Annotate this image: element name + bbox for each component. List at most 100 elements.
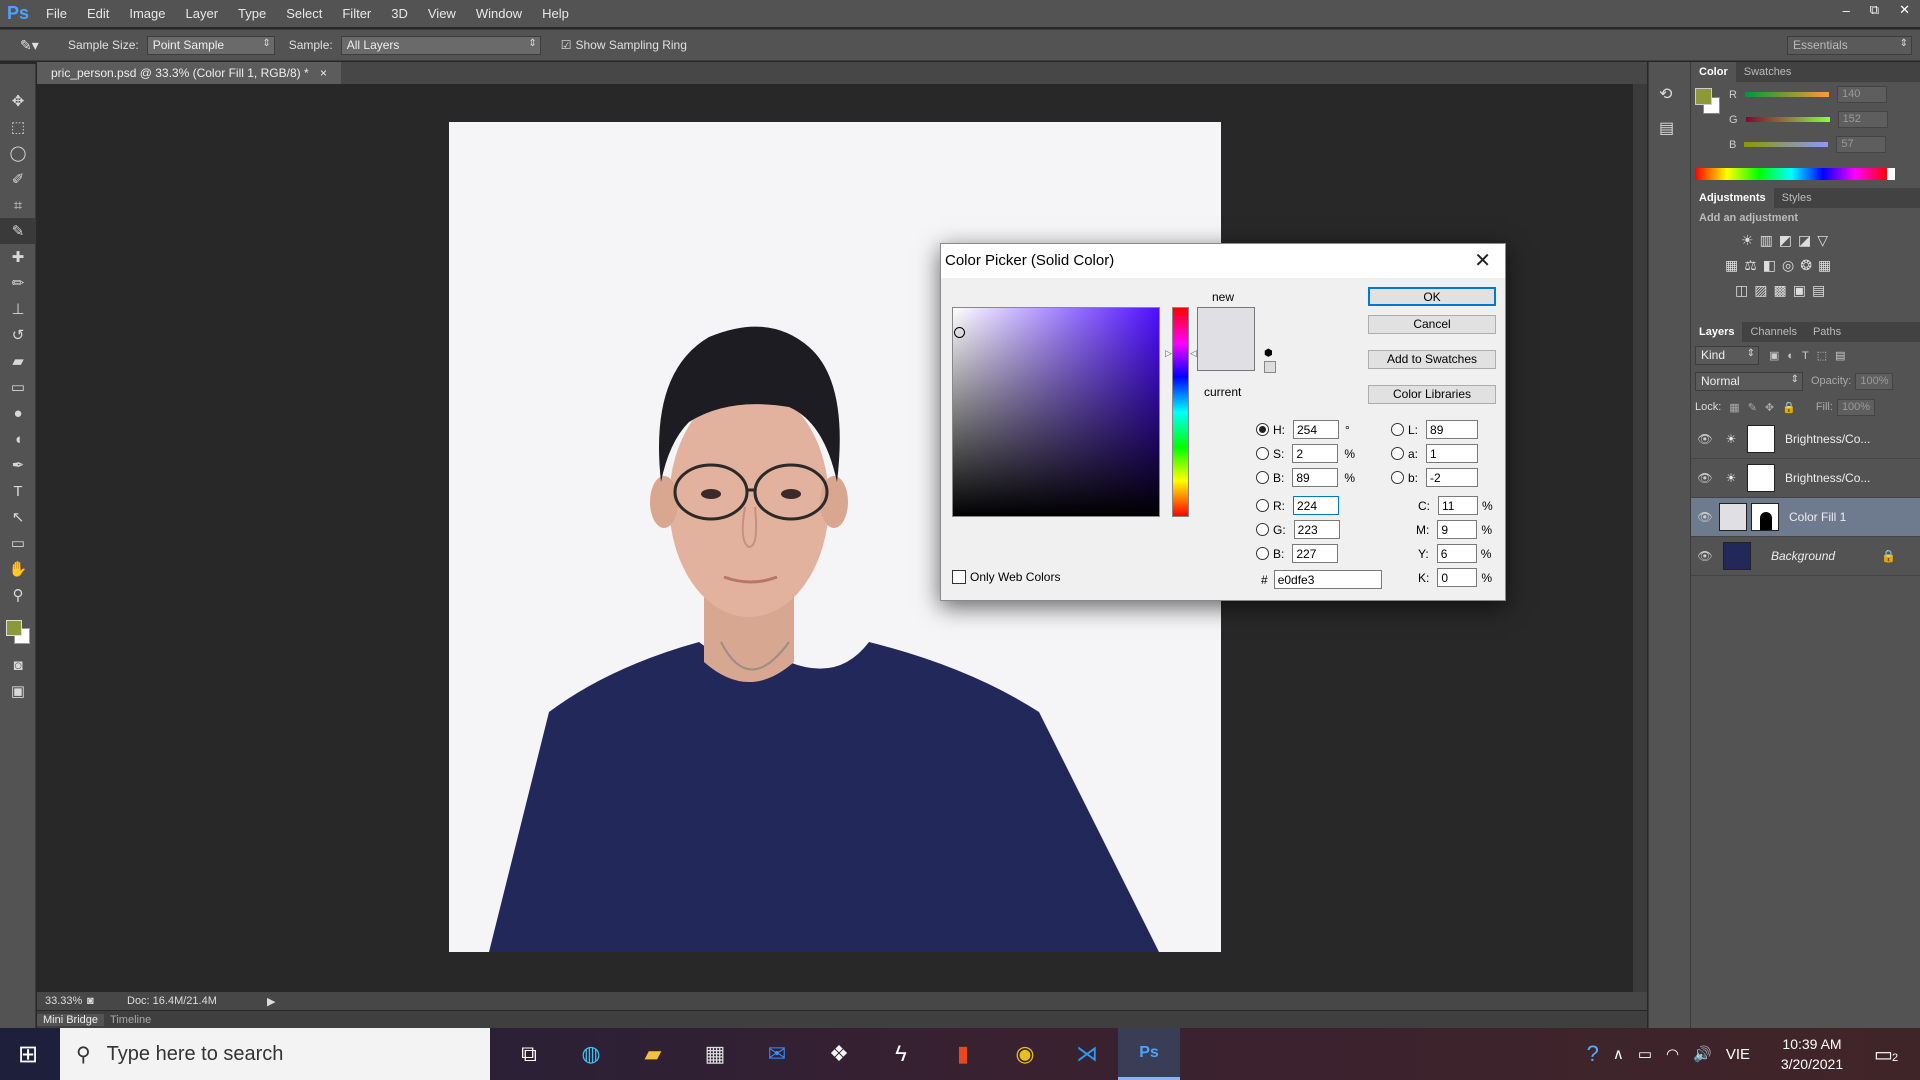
lasso-tool-icon[interactable]: ◯ — [0, 140, 36, 166]
restore-button[interactable]: ⧉ — [1870, 2, 1879, 18]
menu-file[interactable]: File — [36, 6, 77, 21]
gradient-tool-icon[interactable]: ▭ — [0, 374, 36, 400]
clock[interactable]: 10:39 AM 3/20/2021 — [1764, 1034, 1860, 1074]
levels-icon[interactable]: ▥ — [1760, 232, 1773, 249]
layer-name[interactable]: Brightness/Co... — [1785, 432, 1870, 446]
brightness-contrast-icon[interactable]: ☀ — [1741, 232, 1754, 249]
filter-icons[interactable]: ▣◐T⬚▤ — [1769, 349, 1854, 362]
screen-mode-icon[interactable]: ▣ — [0, 678, 36, 704]
zoom-level[interactable]: 33.33% — [45, 995, 87, 1007]
a-input[interactable]: 1 — [1426, 444, 1479, 463]
red-slider[interactable] — [1744, 92, 1829, 97]
brush-tool-icon[interactable]: ✏ — [0, 270, 36, 296]
g-input[interactable]: 223 — [1293, 520, 1340, 539]
cancel-button[interactable]: Cancel — [1368, 315, 1496, 334]
m-input[interactable]: 9 — [1437, 520, 1478, 539]
lock-icons[interactable]: ▦✎✥🔒 — [1729, 401, 1804, 414]
layer-name[interactable]: Background — [1771, 549, 1881, 563]
fill-value[interactable]: 100% — [1836, 398, 1875, 416]
tab-layers[interactable]: Layers — [1691, 322, 1743, 342]
blue-input[interactable]: 227 — [1292, 544, 1339, 563]
color-lookup-icon[interactable]: ▦ — [1818, 257, 1831, 274]
quick-select-tool-icon[interactable]: ✐ — [0, 166, 36, 192]
color-libraries-button[interactable]: Color Libraries — [1368, 385, 1496, 404]
foreground-color-swatch[interactable] — [6, 620, 22, 636]
eye-icon[interactable]: 👁 — [1691, 510, 1719, 524]
layer-name[interactable]: Color Fill 1 — [1789, 510, 1846, 524]
exposure-icon[interactable]: ◪ — [1798, 232, 1811, 249]
web-safe-swatch[interactable] — [1264, 361, 1276, 373]
vertical-scrollbar[interactable] — [1633, 84, 1647, 992]
wifi-icon[interactable]: ◠ — [1666, 1045, 1679, 1063]
hand-tool-icon[interactable]: ✋ — [0, 556, 36, 582]
layer-row-selected[interactable]: 👁 Color Fill 1 — [1691, 498, 1920, 537]
office-icon[interactable]: ▮ — [932, 1028, 994, 1080]
tab-paths[interactable]: Paths — [1805, 322, 1849, 342]
gamut-warning-icon[interactable]: ⬢ — [1264, 348, 1273, 359]
blue-value[interactable]: 57 — [1836, 136, 1887, 153]
green-value[interactable]: 152 — [1837, 111, 1888, 128]
menu-image[interactable]: Image — [119, 6, 175, 21]
vibrance-icon[interactable]: ▽ — [1817, 232, 1828, 249]
h-input[interactable]: 254 — [1293, 420, 1339, 439]
notification-center-icon[interactable]: ▭ 2 — [1874, 1042, 1920, 1067]
tab-swatches[interactable]: Swatches — [1736, 62, 1800, 82]
l-radio[interactable] — [1391, 423, 1404, 436]
close-tab-icon[interactable]: × — [320, 66, 327, 80]
h-radio[interactable] — [1256, 423, 1269, 436]
hue-slider-right-arrow-icon[interactable]: ◁ — [1190, 348, 1197, 359]
hue-saturation-icon[interactable]: ▦ — [1725, 257, 1738, 274]
task-view-icon[interactable]: ⧉ — [498, 1028, 560, 1080]
menu-window[interactable]: Window — [466, 6, 532, 21]
close-button[interactable]: ✕ — [1899, 2, 1910, 18]
posterize-icon[interactable]: ▨ — [1754, 282, 1767, 299]
c-input[interactable]: 11 — [1438, 496, 1478, 515]
healing-brush-tool-icon[interactable]: ✚ — [0, 244, 36, 270]
blue-radio[interactable] — [1256, 547, 1269, 560]
lab-b-input[interactable]: -2 — [1426, 468, 1479, 487]
dodge-tool-icon[interactable]: ◖ — [0, 426, 36, 452]
eye-icon[interactable]: 👁 — [1691, 432, 1719, 446]
l-input[interactable]: 89 — [1426, 420, 1479, 439]
threshold-icon[interactable]: ▩ — [1773, 282, 1786, 299]
red-value[interactable]: 140 — [1836, 86, 1887, 103]
k-input[interactable]: 0 — [1437, 568, 1478, 587]
eyedropper-preset-icon[interactable]: ✎▾ — [20, 37, 56, 54]
tab-channels[interactable]: Channels — [1742, 322, 1804, 342]
dropbox-icon[interactable]: ❖ — [808, 1028, 870, 1080]
file-explorer-icon[interactable]: ▰ — [622, 1028, 684, 1080]
hex-input[interactable]: e0dfe3 — [1273, 570, 1382, 589]
menu-type[interactable]: Type — [228, 6, 276, 21]
layer-kind-select[interactable]: Kind — [1695, 345, 1759, 365]
quick-mask-icon[interactable]: ◙ — [0, 652, 36, 678]
blend-mode-select[interactable]: Normal — [1695, 371, 1803, 391]
crop-tool-icon[interactable]: ⌗ — [0, 192, 36, 218]
eye-icon[interactable]: 👁 — [1691, 471, 1719, 485]
a-radio[interactable] — [1391, 447, 1404, 460]
show-hidden-icons-icon[interactable]: ∧ — [1613, 1045, 1624, 1063]
eye-icon[interactable]: 👁 — [1691, 549, 1719, 563]
help-icon[interactable]: ? — [1587, 1041, 1599, 1067]
blue-slider[interactable] — [1744, 142, 1829, 147]
hue-slider[interactable] — [1172, 307, 1189, 517]
layer-row[interactable]: 👁 ☀ Brightness/Co... — [1691, 459, 1920, 498]
ok-button[interactable]: OK — [1368, 287, 1496, 306]
dialog-close-icon[interactable]: ✕ — [1474, 248, 1491, 273]
history-brush-tool-icon[interactable]: ↺ — [0, 322, 36, 348]
menu-view[interactable]: View — [418, 6, 466, 21]
workspace-select[interactable]: Essentials — [1787, 35, 1912, 55]
opacity-value[interactable]: 100% — [1855, 372, 1894, 390]
status-menu-arrow-icon[interactable]: ▶ — [267, 995, 275, 1008]
vscode-icon[interactable]: ⋊ — [1056, 1028, 1118, 1080]
edge-icon[interactable]: ◍ — [560, 1028, 622, 1080]
tab-mini-bridge[interactable]: Mini Bridge — [37, 1013, 105, 1026]
path-select-tool-icon[interactable]: ↖ — [0, 504, 36, 530]
g-radio[interactable] — [1256, 523, 1269, 536]
shape-tool-icon[interactable]: ▭ — [0, 530, 36, 556]
marquee-tool-icon[interactable]: ⬚ — [0, 114, 36, 140]
zoom-tool-icon[interactable]: ⚲ — [0, 582, 36, 608]
eraser-tool-icon[interactable]: ▰ — [0, 348, 36, 374]
tab-color[interactable]: Color — [1691, 62, 1736, 82]
photo-filter-icon[interactable]: ◎ — [1782, 257, 1794, 274]
sample-select[interactable]: All Layers — [340, 35, 541, 55]
